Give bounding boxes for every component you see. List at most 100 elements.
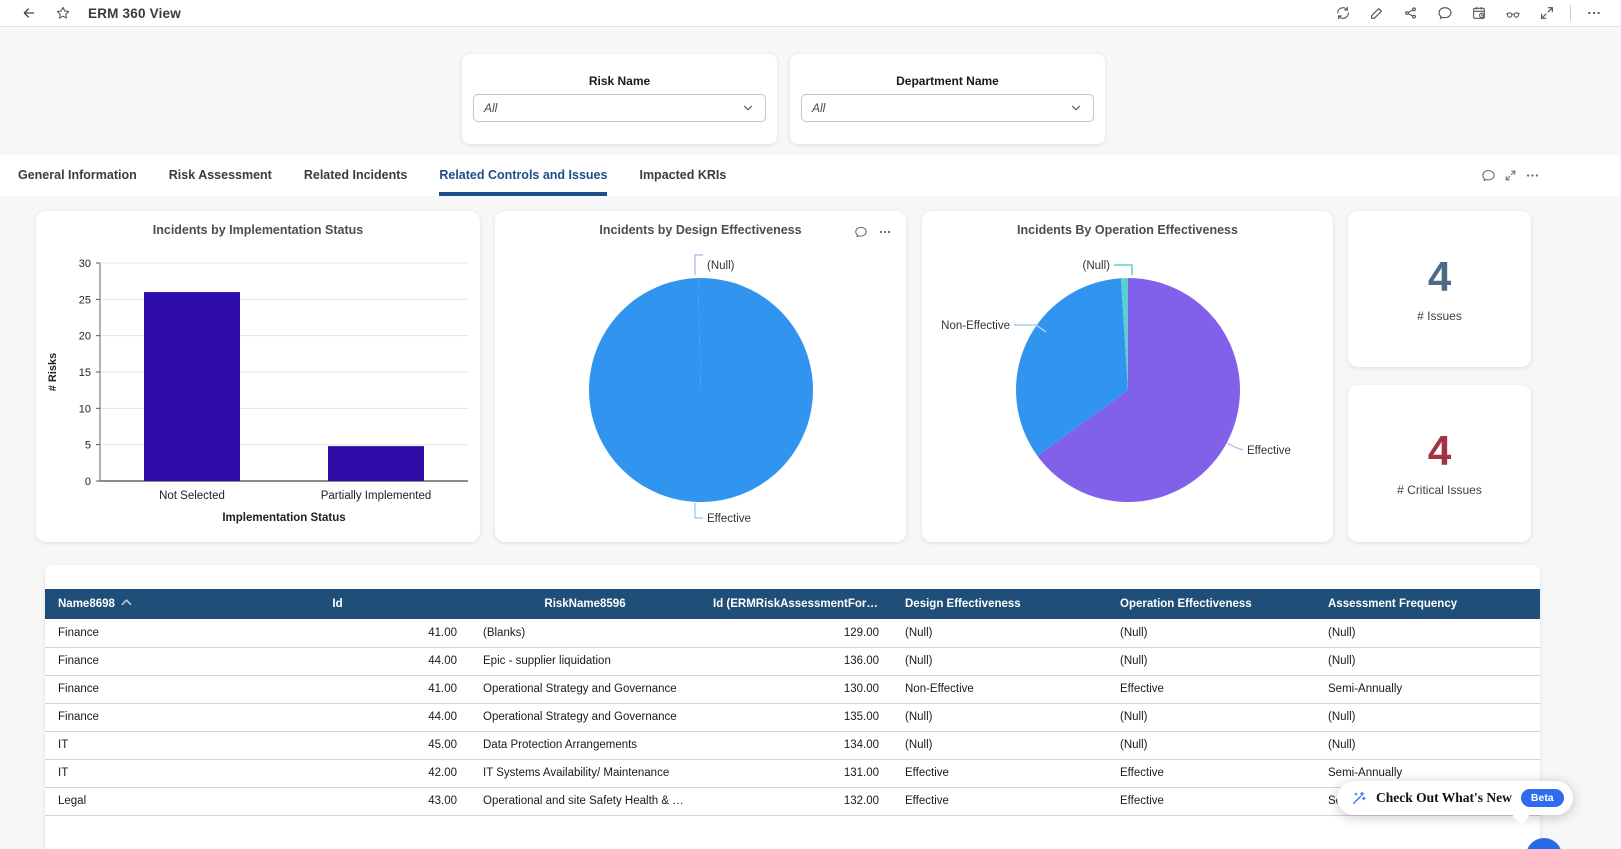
table-row[interactable]: Finance44.00Epic - supplier liquidation1…: [45, 647, 1540, 675]
refresh-button[interactable]: [1326, 0, 1360, 26]
table-cell: (Blanks): [470, 619, 700, 647]
operation-effectiveness-pie-card: Incidents By Operation Effectiveness (Nu…: [922, 211, 1333, 542]
column-header-design-effectiveness[interactable]: Design Effectiveness: [892, 589, 1107, 619]
table-row[interactable]: Finance44.00Operational Strategy and Gov…: [45, 703, 1540, 731]
table-row[interactable]: Legal43.00Operational and site Safety He…: [45, 787, 1540, 815]
more-options-button[interactable]: [1577, 0, 1611, 26]
table-cell: 43.00: [205, 787, 470, 815]
table-cell: IT Systems Availability/ Maintenance: [470, 759, 700, 787]
tab-related-controls-and-issues[interactable]: Related Controls and Issues: [439, 155, 607, 196]
table-cell: 41.00: [205, 675, 470, 703]
x-axis-title: Implementation Status: [222, 512, 345, 524]
bar-not-selected[interactable]: [144, 292, 240, 481]
schedule-button[interactable]: [1462, 0, 1496, 26]
table-cell: (Null): [1107, 647, 1315, 675]
design-effectiveness-pie: (Null) Effective: [495, 211, 906, 542]
table-cell: (Null): [1107, 703, 1315, 731]
table-cell: (Null): [1315, 731, 1540, 759]
tab-related-incidents[interactable]: Related Incidents: [304, 155, 408, 196]
table-cell: Non-Effective: [892, 675, 1107, 703]
column-header-operation-effectiveness[interactable]: Operation Effectiveness: [1107, 589, 1315, 619]
table-cell: Legal: [45, 787, 205, 815]
tab-risk-assessment[interactable]: Risk Assessment: [169, 155, 272, 196]
y-axis-title: # Risks: [47, 353, 59, 392]
non-effective-callout-label: Non-Effective: [941, 320, 1010, 332]
table-cell: (Null): [1315, 647, 1540, 675]
risk-name-select-value: All: [484, 101, 497, 115]
view-button[interactable]: [1496, 0, 1530, 26]
risk-name-filter-card: Risk Name All: [462, 54, 777, 144]
table-cell: (Null): [892, 731, 1107, 759]
department-name-select[interactable]: All: [801, 94, 1094, 122]
y-tick-label: 30: [79, 258, 91, 270]
table-cell: Effective: [1107, 759, 1315, 787]
beta-badge: Beta: [1521, 789, 1564, 807]
x-category-label: Not Selected: [159, 490, 225, 502]
null-callout-label: (Null): [1083, 260, 1111, 272]
table-cell: (Null): [892, 703, 1107, 731]
y-tick-label: 20: [79, 331, 91, 343]
section-more-button[interactable]: [1521, 165, 1543, 187]
column-header-assessment-frequency[interactable]: Assessment Frequency: [1315, 589, 1540, 619]
section-expand-button[interactable]: [1499, 165, 1521, 187]
controls-table: Name8698IdRiskName8596Id (ERMRiskAssessm…: [45, 589, 1540, 816]
table-row[interactable]: Finance41.00(Blanks)129.00(Null)(Null)(N…: [45, 619, 1540, 647]
critical-issues-kpi-card: 4 # Critical Issues: [1348, 385, 1531, 542]
ellipsis-icon: [1525, 168, 1540, 183]
department-name-filter-label: Department Name: [790, 74, 1105, 88]
back-button[interactable]: [12, 0, 46, 26]
tab-general-information[interactable]: General Information: [18, 155, 137, 196]
ellipsis-icon: [1586, 5, 1602, 21]
topbar-divider: [1570, 5, 1571, 21]
bar-chart: 051015202530Not SelectedPartially Implem…: [36, 211, 480, 542]
department-name-filter-card: Department Name All: [790, 54, 1105, 144]
expand-icon: [1539, 5, 1555, 21]
share-button[interactable]: [1394, 0, 1428, 26]
table-cell: (Null): [1315, 703, 1540, 731]
null-callout-line: [695, 255, 703, 275]
comment-button[interactable]: [1428, 0, 1462, 26]
y-tick-label: 5: [85, 440, 91, 452]
table-cell: 136.00: [700, 647, 892, 675]
expand-icon: [1504, 169, 1517, 182]
chevron-down-icon: [741, 101, 755, 115]
whats-new-popup[interactable]: Check Out What's New Beta: [1337, 781, 1573, 815]
issues-kpi-label: # Issues: [1348, 309, 1531, 323]
favorite-button[interactable]: [46, 0, 80, 26]
controls-table-card: Name8698IdRiskName8596Id (ERMRiskAssessm…: [45, 565, 1540, 849]
pie-slices: [589, 278, 813, 502]
table-cell: (Null): [892, 647, 1107, 675]
y-tick-label: 0: [85, 476, 91, 488]
table-row[interactable]: IT45.00Data Protection Arrangements134.0…: [45, 731, 1540, 759]
section-comment-button[interactable]: [1477, 165, 1499, 187]
bar-partially-implemented[interactable]: [328, 446, 424, 481]
y-tick-label: 15: [79, 367, 91, 379]
table-cell: (Null): [892, 619, 1107, 647]
table-cell: Finance: [45, 647, 205, 675]
table-cell: Finance: [45, 675, 205, 703]
table-cell: Finance: [45, 619, 205, 647]
table-cell: (Null): [1315, 619, 1540, 647]
column-header-riskname8596[interactable]: RiskName8596: [470, 589, 700, 619]
column-header-id-ermriskassessmentform177-[interactable]: Id (ERMRiskAssessmentForm177...: [700, 589, 892, 619]
pencil-icon: [1369, 5, 1385, 21]
comment-icon: [1437, 5, 1453, 21]
calendar-clock-icon: [1471, 5, 1487, 21]
risk-name-select[interactable]: All: [473, 94, 766, 122]
magic-wand-icon: [1350, 790, 1367, 807]
column-header-id[interactable]: Id: [205, 589, 470, 619]
whats-new-label: Check Out What's New: [1376, 790, 1512, 806]
issues-kpi-card: 4 # Issues: [1348, 211, 1531, 367]
department-name-select-value: All: [812, 101, 825, 115]
page-title: ERM 360 View: [88, 6, 181, 21]
table-row[interactable]: Finance41.00Operational Strategy and Gov…: [45, 675, 1540, 703]
fullscreen-button[interactable]: [1530, 0, 1564, 26]
table-cell: Operational and site Safety Health & En.…: [470, 787, 700, 815]
table-cell: (Null): [1107, 731, 1315, 759]
table-row[interactable]: IT42.00IT Systems Availability/ Maintena…: [45, 759, 1540, 787]
tab-impacted-kris[interactable]: Impacted KRIs: [639, 155, 726, 196]
glasses-icon: [1505, 5, 1521, 21]
edit-button[interactable]: [1360, 0, 1394, 26]
column-header-name8698[interactable]: Name8698: [45, 589, 205, 619]
critical-issues-kpi-label: # Critical Issues: [1348, 483, 1531, 497]
